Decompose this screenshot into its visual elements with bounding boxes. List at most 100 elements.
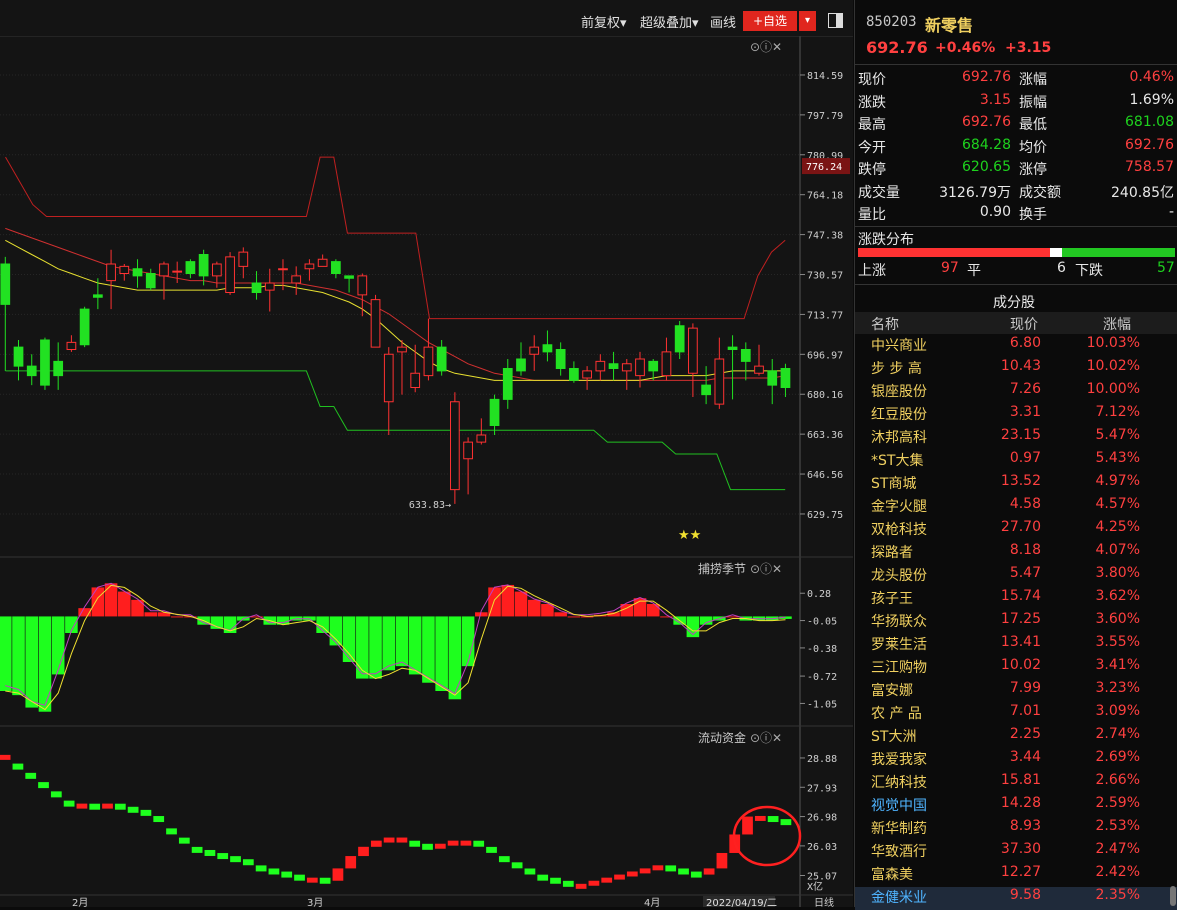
cons-row[interactable]: 农 产 品 7.01 3.09%: [855, 703, 1177, 726]
candle-body: [145, 273, 156, 289]
cons-price: 8.93: [1009, 818, 1041, 834]
cons-row[interactable]: 罗莱生活 13.41 3.55%: [855, 634, 1177, 657]
quote-value: 758.57: [1125, 159, 1174, 175]
cons-row[interactable]: *ST大集 0.97 5.43%: [855, 450, 1177, 473]
sub1-axis-label: 0.28: [807, 589, 831, 600]
watchlist-dropdown-icon[interactable]: ▾: [799, 11, 816, 31]
cons-row[interactable]: 富森美 12.27 2.42%: [855, 864, 1177, 887]
cons-row[interactable]: 探路者 8.18 4.07%: [855, 542, 1177, 565]
quote-label: 涨幅: [1019, 72, 1047, 88]
quote-label: 均价: [1019, 139, 1047, 156]
cons-row[interactable]: 富安娜 7.99 3.23%: [855, 680, 1177, 703]
flow-bar: [268, 868, 280, 875]
quote-value: 692.76: [962, 69, 1011, 85]
cons-row[interactable]: 新华制药 8.93 2.53%: [855, 818, 1177, 841]
flow-bar: [486, 846, 497, 853]
add-watchlist-button[interactable]: +自选: [743, 11, 797, 31]
cons-row[interactable]: 金字火腿 4.58 4.57%: [855, 496, 1177, 519]
candle-body: [701, 384, 711, 396]
cons-row[interactable]: 步 步 高 10.43 10.02%: [855, 358, 1177, 381]
flow-bar: [422, 843, 433, 850]
flow-bar: [665, 865, 677, 872]
quote-value: 684.28: [962, 136, 1011, 153]
cons-name: 华致酒行: [871, 844, 927, 860]
cons-row[interactable]: ST商城 13.52 4.97%: [855, 473, 1177, 496]
cons-price: 27.70: [1000, 519, 1041, 535]
cons-name: 我爱我家: [871, 752, 927, 768]
candle-body: [225, 256, 235, 293]
sub1-axis-label: -0.72: [807, 672, 837, 683]
cons-title: 成分股: [993, 295, 1035, 311]
cons-pct: 3.23%: [1095, 680, 1140, 696]
cons-name: 富安娜: [871, 683, 913, 699]
cons-row[interactable]: 我爱我家 3.44 2.69%: [855, 749, 1177, 772]
cons-price: 7.01: [1009, 703, 1041, 719]
cons-row[interactable]: 沐邦高科 23.15 5.47%: [855, 427, 1177, 450]
quote-label: 今开: [858, 139, 886, 156]
flow-bar: [358, 846, 369, 857]
flow-bar: [716, 852, 728, 869]
cons-row[interactable]: 银座股份 7.26 10.00%: [855, 381, 1177, 404]
sub1-axis-label: -0.38: [807, 644, 837, 655]
quote-value: 681.08: [1125, 114, 1174, 130]
cons-row[interactable]: 双枪科技 27.70 4.25%: [855, 519, 1177, 542]
cons-name: 农 产 品: [871, 706, 922, 722]
candle-body: [79, 308, 90, 346]
candle-body: [489, 398, 500, 426]
sub2-controls-icon[interactable]: ⊙ⓘ✕: [750, 729, 782, 746]
dist-bar-down: [1062, 248, 1175, 257]
candle-body: [423, 346, 434, 377]
cons-pct: 3.62%: [1095, 588, 1140, 604]
quote-panel: 850203 新零售 692.76 +0.46% +3.15 现价 692.76 涨…: [854, 0, 1177, 910]
adjust-menu[interactable]: 前复权▾: [581, 12, 627, 31]
cons-pct: 3.55%: [1095, 634, 1140, 650]
cons-row[interactable]: 孩子王 15.74 3.62%: [855, 588, 1177, 611]
candle-body: [53, 360, 64, 377]
dist-flat-label: 平: [967, 263, 981, 279]
cons-name: 金健米业: [871, 890, 927, 906]
cons-pct: 5.47%: [1095, 427, 1140, 443]
cons-row[interactable]: 华扬联众 17.25 3.60%: [855, 611, 1177, 634]
cons-pct: 3.60%: [1095, 611, 1140, 627]
kline-chart[interactable]: 814.59797.79780.99764.18747.38730.57713.…: [0, 0, 853, 907]
chart-area[interactable]: 814.59 797.79 780.99 764.18 747.38 730.57 713.…: [0, 0, 853, 907]
flow-bar: [114, 803, 126, 810]
cons-price: 37.30: [1000, 841, 1041, 857]
flow-bar: [754, 815, 766, 821]
candle-body: [106, 263, 116, 282]
quote-label: 成交额: [1019, 184, 1061, 201]
indicator-bar: [144, 612, 158, 617]
cons-name: 新华制药: [871, 821, 927, 837]
cons-row[interactable]: 中兴商业 6.80 10.03%: [855, 335, 1177, 358]
draw-line-button[interactable]: 画线: [710, 12, 736, 31]
scrollbar[interactable]: [1170, 886, 1176, 906]
cons-pct: 2.69%: [1095, 749, 1140, 765]
main-panel-controls-icon[interactable]: ⊙ⓘ✕: [750, 38, 782, 55]
flow-bar: [434, 843, 446, 849]
cons-header-name[interactable]: 名称: [871, 314, 899, 334]
cons-row[interactable]: 龙头股份 5.47 3.80%: [855, 565, 1177, 588]
flow-bar: [588, 880, 600, 886]
cons-header-price[interactable]: 现价: [1010, 314, 1038, 334]
cons-row[interactable]: 华致酒行 37.30 2.47%: [855, 841, 1177, 864]
flow-bar: [242, 859, 254, 866]
quote-row: 最高 692.76 最低 681.08: [855, 114, 1177, 136]
indicator-bar: [51, 616, 65, 675]
sub1-controls-icon[interactable]: ⊙ⓘ✕: [750, 560, 782, 577]
cons-row[interactable]: 视觉中国 14.28 2.59%: [855, 795, 1177, 818]
overlay-menu[interactable]: 超级叠加▾: [640, 12, 699, 31]
cons-pct: 5.43%: [1095, 450, 1140, 466]
cons-row[interactable]: 汇纳科技 15.81 2.66%: [855, 772, 1177, 795]
flow-bar: [319, 877, 331, 884]
cons-header-pct[interactable]: 涨幅: [1103, 314, 1131, 334]
cons-row[interactable]: 三江购物 10.02 3.41%: [855, 657, 1177, 680]
price-axis-label: 663.36: [807, 430, 843, 441]
cons-price: 5.47: [1009, 565, 1041, 581]
candle-body: [727, 346, 738, 350]
cons-price: 23.15: [1000, 427, 1041, 443]
indicator-bar: [567, 616, 581, 618]
layout-toggle-icon[interactable]: [828, 13, 843, 28]
cons-row[interactable]: 红豆股份 3.31 7.12%: [855, 404, 1177, 427]
cons-row[interactable]: ST大洲 2.25 2.74%: [855, 726, 1177, 749]
cons-pct: 2.42%: [1095, 864, 1140, 880]
